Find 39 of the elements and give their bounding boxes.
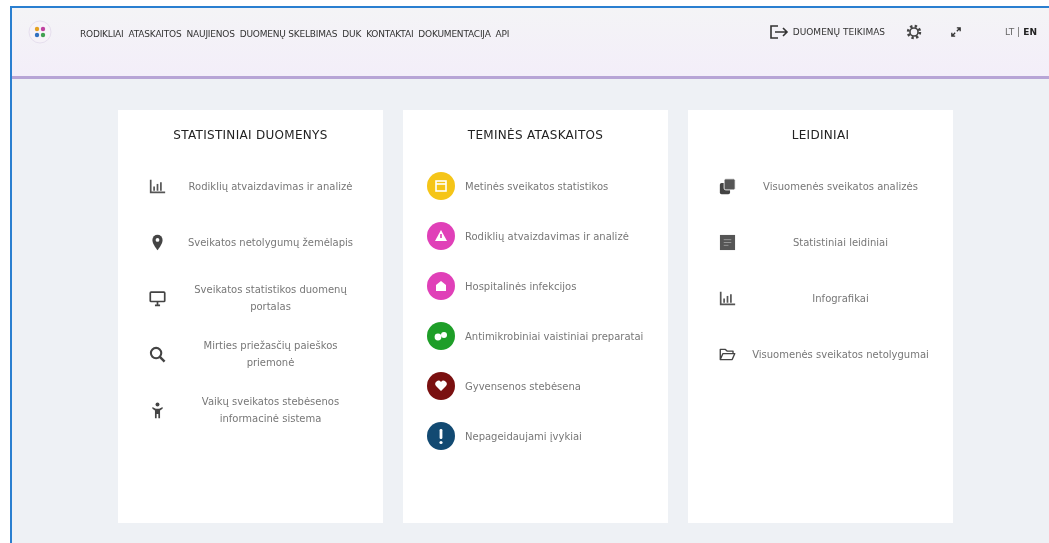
card-link[interactable]: Visuomenės sveikatos netolygumai bbox=[752, 345, 929, 363]
nav-link[interactable]: NAUJIENOS bbox=[186, 26, 235, 43]
card-link[interactable]: Antimikrobiniai vaistiniai preparatai bbox=[465, 327, 644, 345]
card-link[interactable]: Sveikatos statistikos duomenų portalas bbox=[182, 281, 359, 315]
card-link[interactable]: Sveikatos netolygumų žemėlapis bbox=[182, 233, 359, 251]
card-link[interactable]: Statistiniai leidiniai bbox=[752, 233, 929, 251]
language-link[interactable]: EN bbox=[1023, 27, 1037, 37]
sign-in-icon bbox=[768, 24, 789, 40]
nav-link[interactable]: DUOMENŲ SKELBIMAS bbox=[239, 26, 338, 43]
card-link[interactable]: Rodiklių atvaizdavimas ir analizė bbox=[182, 177, 359, 195]
document-icon bbox=[718, 233, 736, 251]
nav-link[interactable]: DOKUMENTACIJA bbox=[418, 26, 491, 43]
bar-chart-icon bbox=[718, 289, 736, 307]
card-link[interactable]: Visuomenės sveikatos analizės bbox=[752, 177, 929, 195]
nav-link[interactable]: ATASKAITOS bbox=[128, 26, 182, 43]
card-title: LEIDINIAI bbox=[790, 128, 851, 142]
nav-link[interactable]: DUK bbox=[342, 26, 362, 43]
card-link[interactable]: Metinės sveikatos statistikos bbox=[465, 177, 644, 195]
card-title: STATISTINIAI DUOMENYS bbox=[172, 128, 329, 142]
copies-icon bbox=[718, 177, 736, 195]
data-submission-link[interactable]: DUOMENŲ TEIKIMAS bbox=[768, 24, 886, 40]
expand-icon[interactable] bbox=[951, 27, 962, 37]
card-link[interactable]: Gyvensenos stebėsena bbox=[465, 377, 644, 395]
search-icon bbox=[148, 345, 166, 363]
card-link[interactable]: Mirties priežasčių paieškos priemonė bbox=[182, 337, 359, 371]
monitor-icon bbox=[148, 289, 166, 307]
card-link[interactable]: Rodiklių atvaizdavimas ir analizė bbox=[465, 227, 644, 245]
language-link[interactable]: LT bbox=[1005, 27, 1015, 37]
card-link[interactable]: Infografikai bbox=[752, 289, 929, 307]
card-link[interactable]: Hospitalinės infekcijos bbox=[465, 277, 644, 295]
nav-link[interactable]: KONTAKTAI bbox=[366, 26, 414, 43]
card-link[interactable]: Nepageidaujami įvykiai bbox=[465, 427, 644, 445]
card-link[interactable]: Vaikų sveikatos stebėsenos informacinė sistema bbox=[182, 393, 359, 427]
bar-chart-icon bbox=[148, 177, 166, 195]
logo-icon[interactable] bbox=[28, 20, 52, 44]
card-title: TEMINĖS ATASKAITOS bbox=[466, 128, 605, 142]
settings-icon[interactable] bbox=[905, 23, 924, 41]
nav-link[interactable]: API bbox=[495, 26, 510, 43]
nav-link[interactable]: RODIKLIAI bbox=[80, 26, 124, 43]
